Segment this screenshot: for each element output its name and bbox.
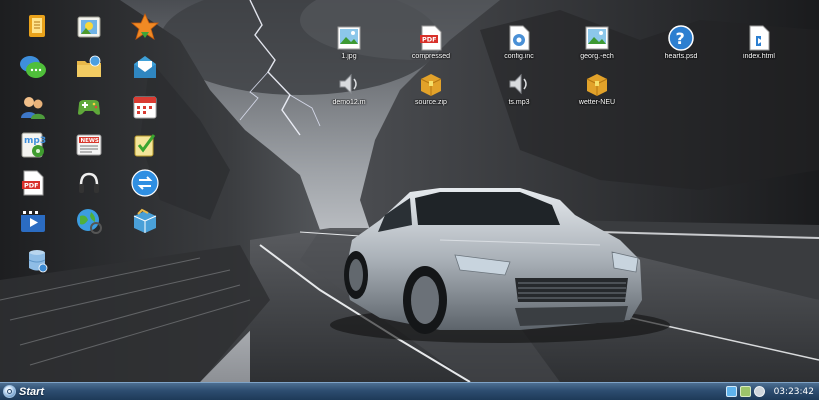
image-file-icon	[335, 24, 363, 52]
pdf-reader-icon[interactable]: PDF	[18, 168, 48, 198]
audio-file-icon	[335, 70, 363, 98]
system-tray: 03:23:42	[725, 384, 817, 399]
volume-tray-icon[interactable]	[753, 386, 765, 397]
file-item[interactable]: ? hearts.psd	[646, 24, 716, 60]
config-file-icon	[505, 24, 533, 52]
package-box-icon[interactable]	[130, 206, 160, 236]
zip-archive-icon	[417, 70, 445, 98]
file-item[interactable]: 1.jpg	[314, 24, 384, 60]
calendar-icon[interactable]	[130, 92, 160, 122]
file-label: index.html	[743, 53, 775, 60]
network-folder-icon[interactable]	[74, 52, 104, 82]
svg-text:NEWS: NEWS	[81, 138, 99, 144]
file-label: georg.-ech	[580, 53, 614, 60]
file-label: compressed	[411, 53, 451, 60]
file-item[interactable]: PDF compressed	[396, 24, 466, 60]
pdf-file-icon: PDF	[417, 24, 445, 52]
network-tray-icon[interactable]	[725, 386, 737, 397]
svg-text:PDF: PDF	[422, 36, 437, 44]
help-file-icon: ?	[667, 24, 695, 52]
svg-text:?: ?	[676, 29, 685, 48]
file-item[interactable]: ts.mp3	[484, 70, 554, 106]
file-item[interactable]: georg.-ech	[562, 24, 632, 60]
notes-app-icon[interactable]	[22, 12, 52, 42]
web-browser-icon[interactable]	[74, 206, 104, 236]
file-item[interactable]: index.html	[724, 24, 794, 60]
mail-icon[interactable]	[130, 52, 160, 82]
database-icon[interactable]	[22, 246, 52, 276]
photo-viewer-icon[interactable]	[74, 12, 104, 42]
sync-arrows-icon[interactable]	[130, 168, 160, 198]
taskbar-clock[interactable]: 03:23:42	[774, 387, 814, 397]
svg-text:PDF: PDF	[24, 182, 39, 190]
file-item[interactable]: demo12.m	[314, 70, 384, 106]
mp3-player-icon[interactable]: mp3	[18, 130, 48, 160]
html-file-icon	[745, 24, 773, 52]
taskbar: Start 03:23:42	[0, 382, 819, 400]
display-tray-icon[interactable]	[739, 386, 751, 397]
start-button[interactable]: Start	[3, 384, 44, 399]
file-item[interactable]: config.inc	[484, 24, 554, 60]
audio-file-icon	[505, 70, 533, 98]
file-item[interactable]: wetter-NEU	[562, 70, 632, 106]
svg-text:mp3: mp3	[24, 136, 46, 146]
chat-messenger-icon[interactable]	[18, 52, 48, 82]
image-file-icon	[583, 24, 611, 52]
file-label: wetter-NEU	[578, 99, 616, 106]
zip-archive-icon	[583, 70, 611, 98]
video-player-icon[interactable]	[18, 206, 48, 236]
file-label: hearts.psd	[664, 53, 698, 60]
file-label: source.zip	[415, 99, 447, 106]
task-checklist-icon[interactable]	[130, 130, 160, 160]
file-label: demo12.m	[332, 99, 366, 106]
favorites-star-icon[interactable]	[130, 12, 160, 42]
news-reader-icon[interactable]: NEWS	[74, 130, 104, 160]
start-orb-icon	[3, 385, 16, 398]
start-label: Start	[19, 385, 45, 398]
audio-headphones-icon[interactable]	[74, 168, 104, 198]
file-item[interactable]: source.zip	[396, 70, 466, 106]
games-controller-icon[interactable]	[74, 92, 104, 122]
file-label: config.inc	[504, 53, 534, 60]
file-label: 1.jpg	[341, 53, 357, 60]
users-contacts-icon[interactable]	[18, 92, 48, 122]
file-label: ts.mp3	[508, 99, 530, 106]
